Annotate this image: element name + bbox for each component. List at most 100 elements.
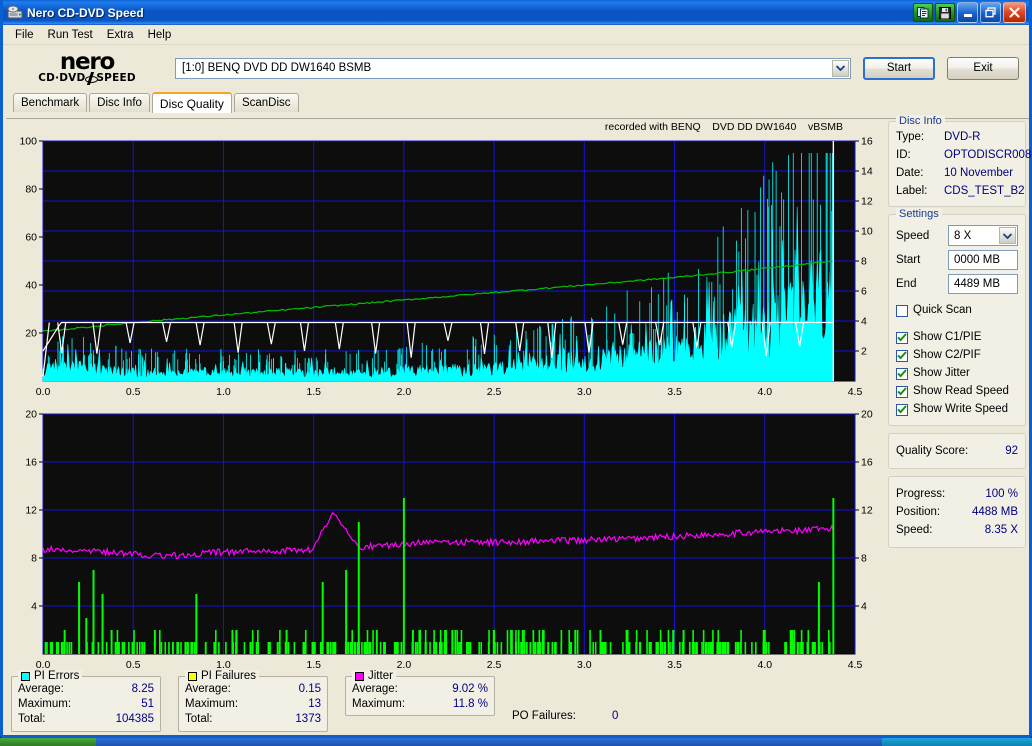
disc-info-value-type: DVD-R — [944, 128, 980, 146]
jitter-maximum-row: Maximum: 11.8 % — [352, 697, 488, 712]
pi-failures-total-row: Total: 1373 — [185, 712, 321, 727]
tab-disc-quality[interactable]: Disc Quality — [152, 92, 232, 113]
svg-text:10: 10 — [861, 226, 873, 238]
tab-disc-info[interactable]: Disc Info — [89, 93, 150, 112]
progress-label: Progress: — [896, 485, 945, 503]
disc-info-title: Disc Info — [896, 115, 945, 127]
disc-info-value-label: CDS_TEST_B2 — [944, 182, 1025, 200]
position-row: Position: 4488 MB — [896, 503, 1018, 521]
taskbar-start-button[interactable] — [0, 738, 96, 746]
nero-logo-sub-right: SPEED — [96, 72, 135, 84]
start-input[interactable]: 0000 MB — [948, 250, 1018, 270]
checkbox-box — [896, 368, 908, 380]
quality-score-row: Quality Score: 92 — [896, 442, 1018, 460]
pi-errors-total-value: 104385 — [116, 712, 154, 727]
svg-text:4.5: 4.5 — [848, 386, 863, 398]
pi-errors-maximum-value: 51 — [141, 697, 154, 712]
menu-bar: File Run Test Extra Help — [3, 25, 1029, 45]
position-value: 4488 MB — [972, 503, 1018, 521]
speed-status-label: Speed: — [896, 521, 932, 539]
pi-errors-header: PI Errors — [18, 670, 82, 682]
speed-status-value: 8.35 X — [985, 521, 1018, 539]
settings-group: Settings Speed 8 X Start 0000 MB — [888, 214, 1026, 426]
show-c2-pif-label: Show C2/PIF — [913, 347, 981, 364]
show-write-speed-label: Show Write Speed — [913, 401, 1008, 418]
svg-text:80: 80 — [25, 184, 37, 196]
pi-errors-maximum-row: Maximum: 51 — [18, 697, 154, 712]
svg-text:12: 12 — [861, 196, 873, 208]
svg-text:20: 20 — [25, 409, 37, 421]
pi-errors-average-value: 8.25 — [132, 682, 154, 697]
drive-select[interactable]: [1:0] BENQ DVD DD DW1640 BSMB — [175, 58, 851, 79]
svg-text:2.5: 2.5 — [487, 659, 502, 671]
show-jitter-label: Show Jitter — [913, 365, 970, 382]
svg-text:0.5: 0.5 — [126, 386, 141, 398]
jitter-average-label: Average: — [352, 682, 398, 697]
speed-status-row: Speed: 8.35 X — [896, 521, 1018, 539]
close-button[interactable] — [1003, 2, 1026, 23]
nero-slash-icon — [86, 73, 95, 84]
tab-scandisc[interactable]: ScanDisc — [234, 93, 299, 112]
chevron-down-icon[interactable] — [832, 60, 849, 77]
jitter-maximum-value: 11.8 % — [453, 697, 488, 712]
quick-scan-label: Quick Scan — [913, 302, 972, 319]
menu-item-extra[interactable]: Extra — [100, 27, 141, 43]
svg-text:100: 100 — [19, 136, 37, 148]
menu-item-file[interactable]: File — [8, 27, 41, 43]
show-c1-pie-checkbox[interactable]: Show C1/PIE — [896, 329, 1018, 346]
pi-errors-box: PI Errors Average: 8.25 Maximum: 51 Tota… — [11, 676, 161, 732]
disc-info-key-label: Label: — [896, 182, 944, 200]
exit-button[interactable]: Exit — [947, 57, 1019, 80]
maximize-restore-button[interactable] — [980, 2, 1001, 23]
show-write-speed-checkbox[interactable]: Show Write Speed — [896, 401, 1018, 418]
taskbar — [0, 738, 1032, 746]
po-failures-label: PO Failures: — [512, 710, 612, 722]
nero-logo-sub-left: CD·DVD — [38, 72, 85, 84]
pi-failures-average-row: Average: 0.15 — [185, 682, 321, 697]
quick-scan-checkbox[interactable]: Quick Scan — [896, 302, 1018, 319]
start-button[interactable]: Start — [863, 57, 935, 80]
save-icon[interactable] — [935, 3, 955, 22]
checkbox-box — [896, 305, 908, 317]
show-read-speed-checkbox[interactable]: Show Read Speed — [896, 383, 1018, 400]
minimize-button[interactable] — [957, 2, 978, 23]
pi-failures-maximum-row: Maximum: 13 — [185, 697, 321, 712]
speed-select-value: 8 X — [954, 230, 971, 242]
speed-select[interactable]: 8 X — [948, 225, 1018, 246]
tab-benchmark[interactable]: Benchmark — [13, 93, 87, 112]
disc-info-key-type: Type: — [896, 128, 944, 146]
svg-text:1.0: 1.0 — [216, 386, 231, 398]
copy-to-clipboard-icon[interactable] — [913, 3, 933, 22]
svg-text:0.0: 0.0 — [36, 386, 51, 398]
start-row: Start 0000 MB — [896, 250, 1018, 270]
end-input[interactable]: 4489 MB — [948, 274, 1018, 294]
svg-text:4: 4 — [861, 316, 867, 328]
svg-text:4.5: 4.5 — [848, 659, 863, 671]
top-chart: 204060801002468101214160.00.51.01.52.02.… — [11, 135, 883, 408]
chart-header: recorded with BENQ DVD DD DW1640 vBSMB — [11, 121, 883, 135]
bottom-chart-canvas: 48121620481216200.00.51.01.52.02.53.03.5… — [11, 408, 883, 676]
checkbox-box — [896, 332, 908, 344]
jitter-box: Jitter Average: 9.02 % Maximum: 11.8 % — [345, 676, 495, 716]
pi-failures-total-value: 1373 — [295, 712, 321, 727]
toolbar-row: nero CD·DVD SPEED [1:0] BENQ DVD DD DW16… — [3, 45, 1029, 91]
menu-item-run-test[interactable]: Run Test — [41, 27, 100, 43]
pi-failures-title: PI Failures — [201, 670, 256, 682]
end-label: End — [896, 278, 948, 290]
drive-select-value: [1:0] BENQ DVD DD DW1640 BSMB — [182, 62, 371, 74]
svg-text:16: 16 — [861, 136, 873, 148]
nero-logo: nero CD·DVD SPEED — [11, 52, 163, 84]
svg-text:3.0: 3.0 — [577, 386, 592, 398]
pi-failures-header: PI Failures — [185, 670, 259, 682]
po-failures-row: PO Failures: 0 — [512, 710, 618, 724]
nero-logo-subtitle: CD·DVD SPEED — [38, 72, 136, 84]
main-window: Nero CD-DVD Speed — [0, 0, 1032, 738]
show-c2-pif-checkbox[interactable]: Show C2/PIF — [896, 347, 1018, 364]
pi-errors-total-row: Total: 104385 — [18, 712, 154, 727]
svg-text:4.0: 4.0 — [757, 386, 772, 398]
progress-row: Progress: 100 % — [896, 485, 1018, 503]
chevron-down-icon[interactable] — [999, 227, 1016, 244]
menu-item-help[interactable]: Help — [141, 27, 179, 43]
show-jitter-checkbox[interactable]: Show Jitter — [896, 365, 1018, 382]
title-bar: Nero CD-DVD Speed — [3, 0, 1029, 25]
